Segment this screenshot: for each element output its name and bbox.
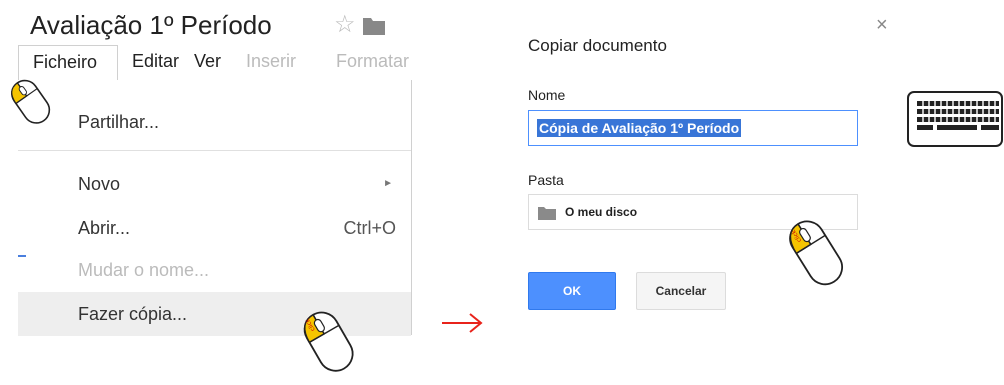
file-menu-dropdown: Partilhar... Novo ► Abrir... Ctrl+O Muda… — [18, 80, 412, 336]
menu-edit[interactable]: Editar — [132, 45, 179, 77]
star-icon[interactable]: ☆ — [334, 10, 356, 39]
arrow-right-icon — [442, 313, 483, 333]
folder-icon — [538, 207, 556, 220]
folder-icon[interactable] — [362, 16, 386, 36]
mouse-click-icon: click — [304, 311, 354, 372]
doc-edge-marker — [18, 255, 26, 257]
menu-item-open[interactable]: Abrir... Ctrl+O — [18, 206, 411, 250]
menu-item-shortcut: Ctrl+O — [343, 218, 396, 238]
menu-insert[interactable]: Inserir — [246, 45, 296, 77]
menu-item-label: Abrir... — [78, 218, 131, 238]
menu-separator — [18, 150, 411, 151]
mouse-click-icon — [11, 79, 51, 124]
submenu-arrow-icon: ► — [383, 178, 393, 189]
name-input-value: Cópia de Avaliação 1º Período — [537, 119, 742, 137]
ok-button[interactable]: OK — [528, 272, 616, 310]
folder-picker-value: O meu disco — [565, 205, 638, 219]
menu-item-rename[interactable]: Mudar o nome... — [18, 248, 411, 292]
menu-item-label: Fazer cópia... — [78, 304, 188, 324]
document-title[interactable]: Avaliação 1º Período — [30, 10, 272, 41]
folder-label: Pasta — [528, 172, 564, 188]
mouse-click-icon: click — [789, 220, 844, 286]
menu-item-label: Mudar o nome... — [78, 260, 210, 280]
menu-item-label: Novo — [78, 174, 121, 194]
cancel-button[interactable]: Cancelar — [636, 272, 726, 310]
menu-item-label: Partilhar... — [78, 112, 160, 132]
menubar: Ficheiro Editar Ver Inserir Formatar — [18, 45, 418, 81]
menu-item-share[interactable]: Partilhar... — [18, 100, 411, 144]
close-icon[interactable]: × — [876, 14, 888, 37]
menu-format[interactable]: Formatar — [336, 45, 418, 77]
dialog-title: Copiar documento — [528, 36, 667, 55]
name-input[interactable]: Cópia de Avaliação 1º Período — [528, 110, 858, 146]
menu-item-new[interactable]: Novo ► — [18, 162, 411, 206]
menu-view[interactable]: Ver — [194, 45, 221, 77]
keyboard-icon — [907, 91, 1003, 147]
name-label: Nome — [528, 87, 566, 103]
